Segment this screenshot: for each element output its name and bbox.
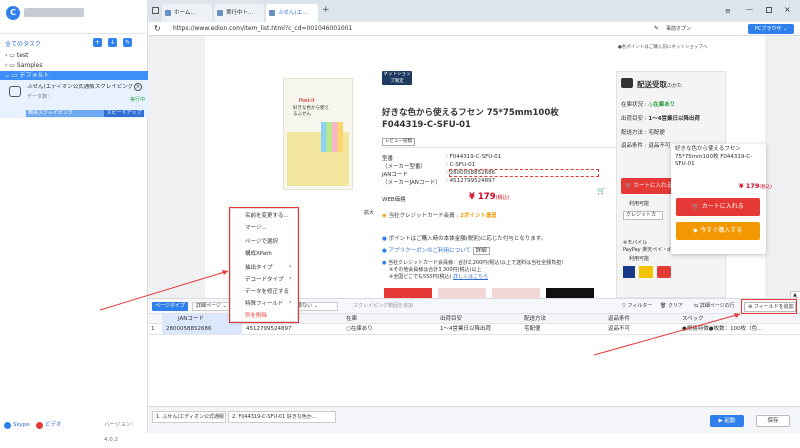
- status-bar: 1. ふせん(エディオン公式通販 2. F044319-C-SFU-01 好きな…: [148, 406, 800, 433]
- bottom-tab-1[interactable]: 1. ふせん(エディオン公式通販: [152, 411, 226, 423]
- save-button[interactable]: 保存: [756, 415, 790, 427]
- start-button[interactable]: ▶ 起動: [710, 415, 744, 427]
- bottom-tab-2[interactable]: 2. F044319-C-SFU-01 好きな色か...: [228, 411, 336, 423]
- arrow-to-menu: [99, 270, 229, 311]
- arrow-to-add-field: [593, 313, 741, 356]
- annotation-arrows: [99, 270, 741, 356]
